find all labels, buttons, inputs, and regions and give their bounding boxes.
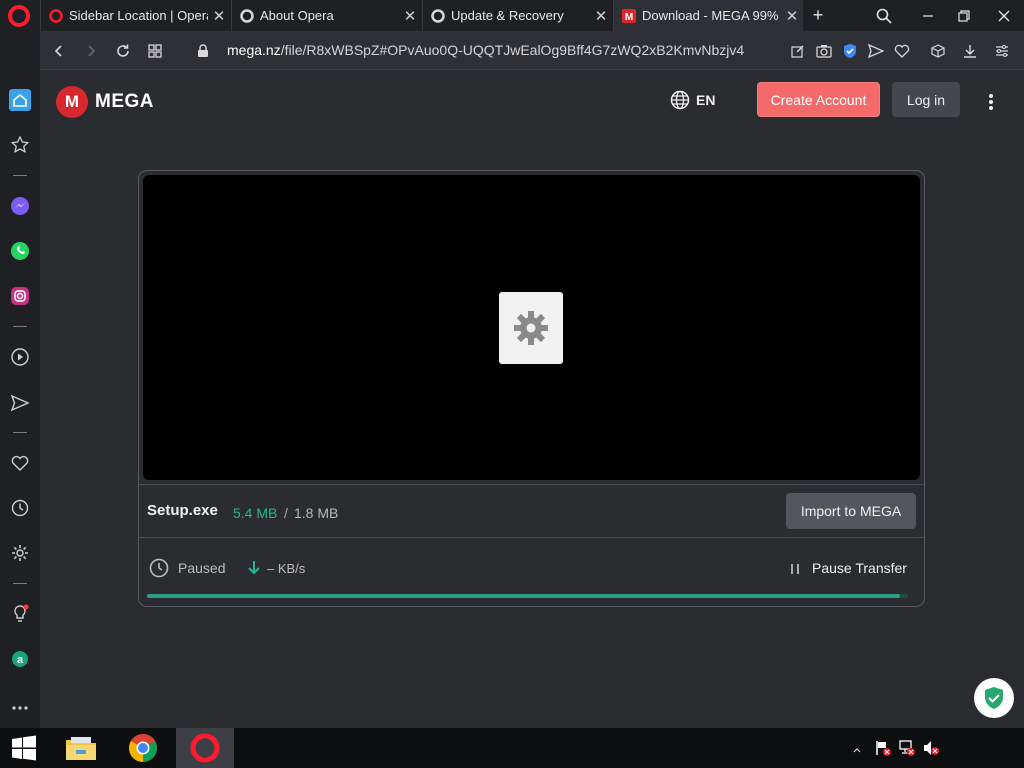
more-menu-icon[interactable] [984, 93, 998, 111]
search-tabs-icon[interactable] [864, 0, 904, 31]
forward-icon[interactable] [80, 40, 102, 62]
close-tab-icon[interactable]: ✕ [208, 7, 230, 25]
tab-about-opera[interactable]: About Opera ✕ [231, 0, 421, 31]
aria-icon[interactable]: a [8, 647, 32, 671]
mega-icon: M [622, 8, 636, 23]
opera-menu-icon[interactable] [8, 5, 30, 27]
camera-icon[interactable] [813, 40, 835, 62]
executable-file-icon [499, 292, 563, 364]
tab-label: About Opera [260, 8, 334, 23]
sidebar-divider [13, 432, 27, 433]
opera-taskbar-icon[interactable] [176, 728, 234, 768]
volume-muted-icon[interactable] [922, 739, 940, 757]
instagram-icon[interactable] [8, 284, 32, 308]
brand-name[interactable]: MEGA [95, 91, 154, 113]
pause-icon[interactable] [789, 562, 801, 576]
tab-label: Download - MEGA 99% [642, 8, 779, 23]
tray-chevron-icon[interactable] [852, 742, 862, 753]
tab-label: Update & Recovery [451, 8, 564, 23]
card-divider [139, 537, 924, 538]
mega-logo[interactable]: M [56, 86, 88, 118]
tab-label: Sidebar Location | Opera f [69, 8, 208, 23]
whatsapp-icon[interactable] [8, 239, 32, 263]
downloaded-size: 5.4 MB [233, 505, 278, 521]
settings-gear-icon[interactable] [8, 541, 32, 565]
opera-icon [240, 8, 254, 23]
close-tab-icon[interactable]: ✕ [590, 7, 612, 25]
card-divider [139, 484, 924, 485]
create-account-button[interactable]: Create Account [757, 82, 880, 117]
tab-mega-download[interactable]: M Download - MEGA 99% ✕ [613, 0, 803, 31]
lock-icon[interactable] [192, 40, 214, 62]
bookmarks-heart-icon[interactable] [8, 451, 32, 475]
sidebar-divider [13, 583, 27, 584]
size-separator: / [284, 505, 288, 521]
heart-icon[interactable] [891, 40, 913, 62]
file-explorer-icon[interactable] [57, 728, 105, 768]
speed-dial-icon[interactable] [144, 40, 166, 62]
edit-icon[interactable] [787, 40, 809, 62]
clock-icon [149, 558, 169, 578]
action-center-flag-icon[interactable] [874, 739, 892, 757]
sidebar-more-icon[interactable] [8, 696, 32, 720]
tab-sidebar-location[interactable]: Sidebar Location | Opera f ✕ [40, 0, 230, 31]
progress-bar [147, 594, 901, 598]
extensions-cube-icon[interactable] [927, 40, 949, 62]
file-name: Setup.exe [147, 502, 218, 519]
network-icon[interactable] [898, 739, 916, 757]
svg-text:M: M [625, 12, 633, 23]
sidebar-divider [13, 326, 27, 327]
history-clock-icon[interactable] [8, 496, 32, 520]
chrome-icon[interactable] [119, 728, 167, 768]
globe-icon [670, 90, 690, 110]
home-icon[interactable] [8, 88, 32, 112]
pause-transfer-button[interactable]: Pause Transfer [812, 560, 907, 576]
transfer-speed: – KB/s [267, 561, 306, 576]
reload-icon[interactable] [112, 40, 134, 62]
messenger-icon[interactable] [8, 194, 32, 218]
svg-text:a: a [17, 654, 24, 666]
opera-icon [431, 8, 445, 23]
total-size: 1.8 MB [294, 505, 339, 521]
tips-lightbulb-icon[interactable] [8, 602, 32, 626]
sidebar-divider [13, 175, 27, 176]
opera-icon [49, 8, 63, 23]
language-label: EN [696, 92, 716, 108]
url-path: /file/R8xWBSpZ#OPvAuo0Q-UQQTJwEalOg9Bff4… [280, 42, 745, 58]
close-tab-icon[interactable]: ✕ [399, 7, 421, 25]
import-to-mega-button[interactable]: Import to MEGA [786, 493, 916, 529]
url-host: mega.nz [227, 42, 281, 58]
download-icon[interactable] [959, 40, 981, 62]
speed-dial-star-icon[interactable] [8, 133, 32, 157]
adblock-shield-icon[interactable] [839, 40, 861, 62]
download-arrow-icon [246, 559, 262, 577]
flow-send-icon[interactable] [8, 391, 32, 415]
windows-start-icon[interactable] [0, 728, 48, 768]
language-selector[interactable]: EN [670, 90, 715, 110]
back-icon[interactable] [48, 40, 70, 62]
transfer-status: Paused [178, 560, 226, 576]
security-shield-icon[interactable] [974, 678, 1014, 718]
close-window-icon[interactable] [984, 0, 1024, 31]
player-icon[interactable] [8, 345, 32, 369]
tab-update-recovery[interactable]: Update & Recovery ✕ [422, 0, 612, 31]
url-field[interactable]: mega.nz/file/R8xWBSpZ#OPvAuo0Q-UQQTJwEal… [227, 42, 744, 58]
login-button[interactable]: Log in [892, 82, 960, 117]
send-icon[interactable] [865, 40, 887, 62]
minimize-icon[interactable] [908, 0, 948, 31]
new-tab-button[interactable]: + [800, 0, 836, 31]
easy-setup-icon[interactable] [991, 40, 1013, 62]
restore-icon[interactable] [944, 0, 984, 31]
